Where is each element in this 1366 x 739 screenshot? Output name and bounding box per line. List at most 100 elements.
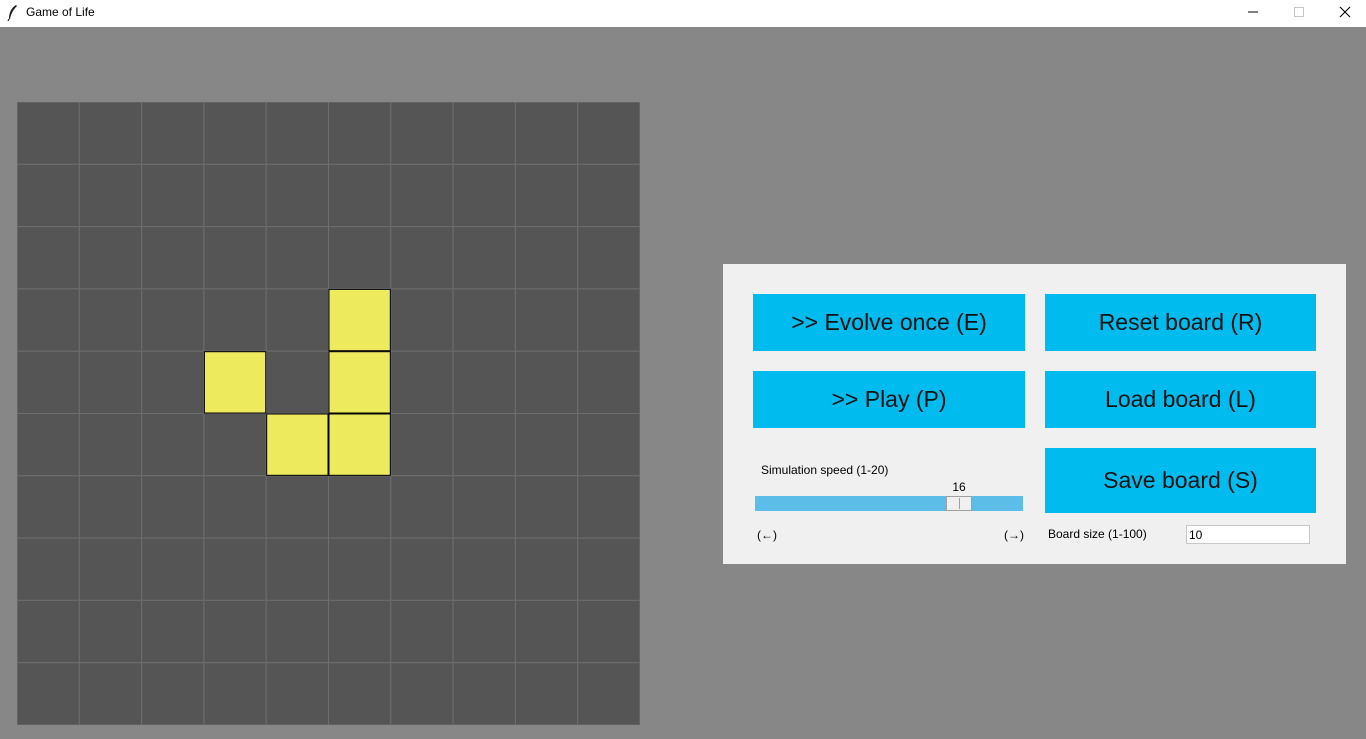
board-cell[interactable]	[328, 662, 392, 725]
board-cell[interactable]	[78, 163, 143, 228]
board-cell[interactable]	[452, 288, 516, 352]
board-cell[interactable]	[17, 413, 80, 477]
speed-slider-handle[interactable]	[946, 496, 973, 511]
board-cell[interactable]	[265, 102, 329, 165]
board-cell[interactable]	[514, 102, 579, 165]
board-cell[interactable]	[78, 288, 143, 352]
board-cell[interactable]	[141, 475, 205, 539]
board-cell[interactable]	[203, 475, 267, 539]
board-cell[interactable]	[78, 475, 143, 539]
board-cell[interactable]	[141, 537, 205, 601]
board-cell[interactable]	[577, 662, 640, 725]
alive-cell[interactable]	[328, 288, 391, 352]
board-cell[interactable]	[390, 288, 454, 352]
board-cell[interactable]	[17, 599, 80, 664]
board-cell[interactable]	[390, 350, 454, 414]
board-cell[interactable]	[390, 413, 454, 477]
board-cell[interactable]	[141, 350, 205, 414]
board-cell[interactable]	[78, 350, 143, 414]
board-cell[interactable]	[514, 475, 579, 539]
close-button[interactable]	[1322, 0, 1366, 27]
board-cell[interactable]	[328, 599, 392, 664]
board-cell[interactable]	[390, 537, 454, 601]
board-cell[interactable]	[390, 102, 454, 165]
board-cell[interactable]	[265, 475, 329, 539]
board-cell[interactable]	[452, 662, 516, 725]
board-cell[interactable]	[452, 475, 516, 539]
board-cell[interactable]	[141, 599, 205, 664]
board-cell[interactable]	[577, 102, 640, 165]
board-cell[interactable]	[17, 163, 80, 228]
board-cell[interactable]	[203, 413, 267, 477]
board-cell[interactable]	[17, 288, 80, 352]
board-cell[interactable]	[78, 599, 143, 664]
board-cell[interactable]	[514, 537, 579, 601]
board-cell[interactable]	[78, 537, 143, 601]
board-cell[interactable]	[328, 102, 392, 165]
board-cell[interactable]	[17, 537, 80, 601]
board-cell[interactable]	[577, 288, 640, 352]
board-cell[interactable]	[390, 475, 454, 539]
board-cell[interactable]	[141, 288, 205, 352]
board-cell[interactable]	[17, 102, 80, 165]
board-cell[interactable]	[265, 163, 329, 228]
board-cell[interactable]	[17, 475, 80, 539]
board-cell[interactable]	[577, 350, 640, 414]
board-cell[interactable]	[577, 226, 640, 290]
board-cell[interactable]	[514, 413, 579, 477]
board-cell[interactable]	[265, 226, 329, 290]
board-cell[interactable]	[452, 599, 516, 664]
board-cell[interactable]	[390, 599, 454, 664]
board-cell[interactable]	[141, 413, 205, 477]
board-cell[interactable]	[265, 599, 329, 664]
reset-board-button[interactable]: Reset board (R)	[1045, 294, 1316, 351]
board-cell[interactable]	[514, 350, 579, 414]
board-cell[interactable]	[78, 226, 143, 290]
board-cell[interactable]	[452, 350, 516, 414]
alive-cell[interactable]	[328, 413, 391, 476]
board-cell[interactable]	[577, 475, 640, 539]
board-cell[interactable]	[514, 288, 579, 352]
save-board-button[interactable]: Save board (S)	[1045, 448, 1316, 513]
board-cell[interactable]	[203, 599, 267, 664]
board-cell[interactable]	[452, 413, 516, 477]
board-cell[interactable]	[203, 102, 267, 165]
board-cell[interactable]	[328, 537, 392, 601]
board-cell[interactable]	[514, 599, 579, 664]
board-cell[interactable]	[390, 662, 454, 725]
board-cell[interactable]	[203, 537, 267, 601]
board-cell[interactable]	[514, 163, 579, 228]
board-cell[interactable]	[17, 350, 80, 414]
board-cell[interactable]	[452, 163, 516, 228]
board-cell[interactable]	[265, 537, 329, 601]
board-cell[interactable]	[265, 288, 329, 352]
board-size-input[interactable]	[1186, 525, 1310, 544]
board-cell[interactable]	[141, 226, 205, 290]
board-cell[interactable]	[265, 662, 329, 725]
board-cell[interactable]	[328, 475, 392, 539]
play-button[interactable]: >> Play (P)	[753, 371, 1025, 428]
board-cell[interactable]	[452, 102, 516, 165]
board-cell[interactable]	[577, 599, 640, 664]
board-cell[interactable]	[452, 537, 516, 601]
board-cell[interactable]	[203, 662, 267, 725]
board-cell[interactable]	[17, 662, 80, 725]
board-cell[interactable]	[577, 163, 640, 228]
alive-cell[interactable]	[266, 413, 329, 476]
alive-cell[interactable]	[328, 351, 391, 414]
alive-cell[interactable]	[203, 351, 267, 414]
board-cell[interactable]	[141, 102, 205, 165]
board-cell[interactable]	[141, 662, 205, 725]
game-board[interactable]	[17, 102, 640, 725]
board-cell[interactable]	[265, 350, 329, 414]
board-cell[interactable]	[514, 226, 579, 290]
board-cell[interactable]	[452, 226, 516, 290]
board-cell[interactable]	[328, 226, 392, 290]
board-cell[interactable]	[203, 163, 267, 228]
board-cell[interactable]	[78, 662, 143, 725]
board-cell[interactable]	[203, 288, 267, 352]
board-cell[interactable]	[390, 163, 454, 228]
board-cell[interactable]	[577, 413, 640, 477]
minimize-button[interactable]	[1230, 0, 1276, 27]
maximize-button[interactable]	[1276, 0, 1322, 27]
